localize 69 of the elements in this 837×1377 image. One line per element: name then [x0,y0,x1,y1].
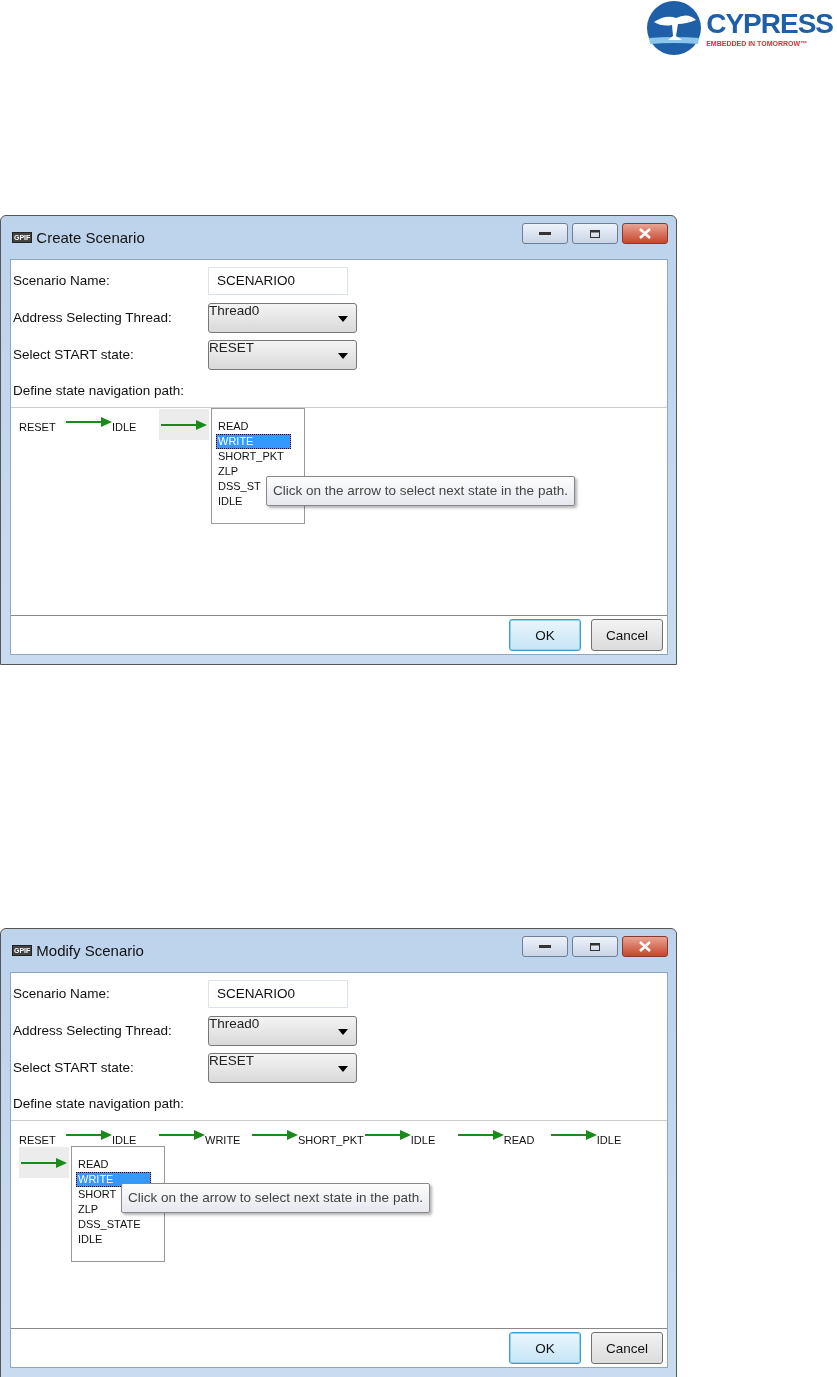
state-label: READ [503,1134,536,1146]
arrow-icon [364,1130,411,1140]
field-label: Scenario Name: [13,273,111,288]
arrow-icon [66,1130,112,1140]
state-option[interactable]: READ [76,1157,111,1172]
arrow-icon [66,417,112,427]
state-option[interactable]: IDLE [76,1232,105,1247]
ok-button[interactable]: OK [509,619,581,651]
arrow-icon [21,1157,67,1168]
arrow-icon [161,419,207,430]
state-label: WRITE [205,1134,242,1146]
state-option[interactable]: SHORT [76,1187,119,1202]
state-option[interactable]: ZLP [216,464,241,479]
brand-name: CYPRESS [706,8,833,39]
maximize-icon [590,229,600,238]
state-label: IDLE [112,1134,138,1146]
minimize-icon [539,944,551,949]
maximize-icon [590,942,600,951]
window-title: Create Scenario [36,229,145,246]
ok-button[interactable]: OK [509,1332,581,1364]
cancel-button[interactable]: Cancel [591,1332,663,1364]
minimize-button[interactable] [522,936,568,957]
arrow-icon [550,1130,597,1140]
window-title: Modify Scenario [36,942,144,959]
field-label: Address Selecting Thread: [13,310,173,325]
next-state-button[interactable] [19,1147,69,1178]
caret-icon [338,352,348,359]
caret-icon [338,315,348,322]
arrow-icon [159,1130,205,1140]
state-label: IDLE [112,421,138,433]
field-label: Scenario Name: [13,986,111,1001]
close-icon [639,941,651,952]
field-label: Select START state: [13,347,135,362]
state-option[interactable]: DSS_ST [216,479,263,494]
state-label: IDLE [410,1134,437,1146]
close-icon [639,228,651,239]
tooltip: Click on the arrow to select next state in the path. [121,1183,430,1213]
dropdown[interactable]: Thread0 [208,1015,357,1046]
cancel-button[interactable]: Cancel [591,619,663,651]
state-label: IDLE [596,1134,623,1146]
arrow-icon [252,1130,298,1140]
dropdown[interactable]: RESET [208,339,357,370]
arrow-icon [457,1130,504,1140]
minimize-button[interactable] [522,223,568,244]
path-label: Define state navigation path: [13,383,186,398]
caret-icon [338,1028,348,1035]
input-field[interactable]: SCENARIO0 [208,266,348,295]
input-field[interactable]: SCENARIO0 [208,979,348,1008]
path-label: Define state navigation path: [13,1096,186,1111]
tooltip: Click on the arrow to select next state in the path. [266,476,575,506]
state-label: RESET [19,421,57,433]
state-option[interactable]: SHORT_PKT [216,449,286,464]
close-button[interactable] [622,936,668,957]
state-label: RESET [19,1134,57,1146]
field-label: Select START state: [13,1060,135,1075]
state-option[interactable]: IDLE [216,494,245,509]
maximize-button[interactable] [572,223,618,244]
next-state-button[interactable] [159,409,209,440]
close-button[interactable] [622,223,668,244]
state-label: SHORT_PKT [298,1134,364,1146]
state-option[interactable]: DSS_STATE [76,1217,143,1232]
caret-icon [338,1065,348,1072]
minimize-icon [539,231,551,236]
state-option[interactable]: READ [216,419,251,434]
state-option[interactable]: ZLP [76,1202,101,1217]
field-label: Address Selecting Thread: [13,1023,173,1038]
dropdown[interactable]: Thread0 [208,302,357,333]
dropdown[interactable]: RESET [208,1052,357,1083]
maximize-button[interactable] [572,936,618,957]
